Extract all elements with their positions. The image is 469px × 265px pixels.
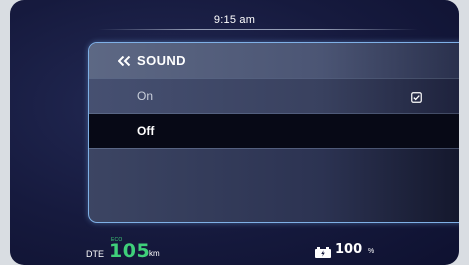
option-label: Off (137, 124, 155, 138)
battery-unit: % (368, 248, 375, 255)
option-label: On (137, 89, 154, 103)
option-on[interactable]: On (89, 79, 459, 113)
clock: 9:15 am (213, 14, 256, 26)
dte-unit: km (149, 249, 160, 258)
clock-divider (98, 29, 418, 30)
menu-header: SOUND (89, 43, 459, 78)
dte-value: 105 (109, 240, 151, 262)
battery-value: 100 (335, 242, 363, 257)
battery-charging-icon (315, 245, 331, 258)
dashboard-screen: 9:15 am SOUND On Off DTE ECO 105 km 100 … (10, 0, 459, 265)
divider (89, 148, 459, 149)
double-chevron-left-icon[interactable] (118, 55, 131, 66)
menu-title: SOUND (137, 53, 186, 68)
status-bar: DTE ECO 105 km 100 % (10, 235, 459, 265)
option-off[interactable]: Off (89, 114, 459, 148)
dte-label: DTE (86, 249, 104, 259)
sound-menu-panel: SOUND On Off (88, 42, 459, 223)
checkbox-checked-icon[interactable] (411, 90, 422, 103)
